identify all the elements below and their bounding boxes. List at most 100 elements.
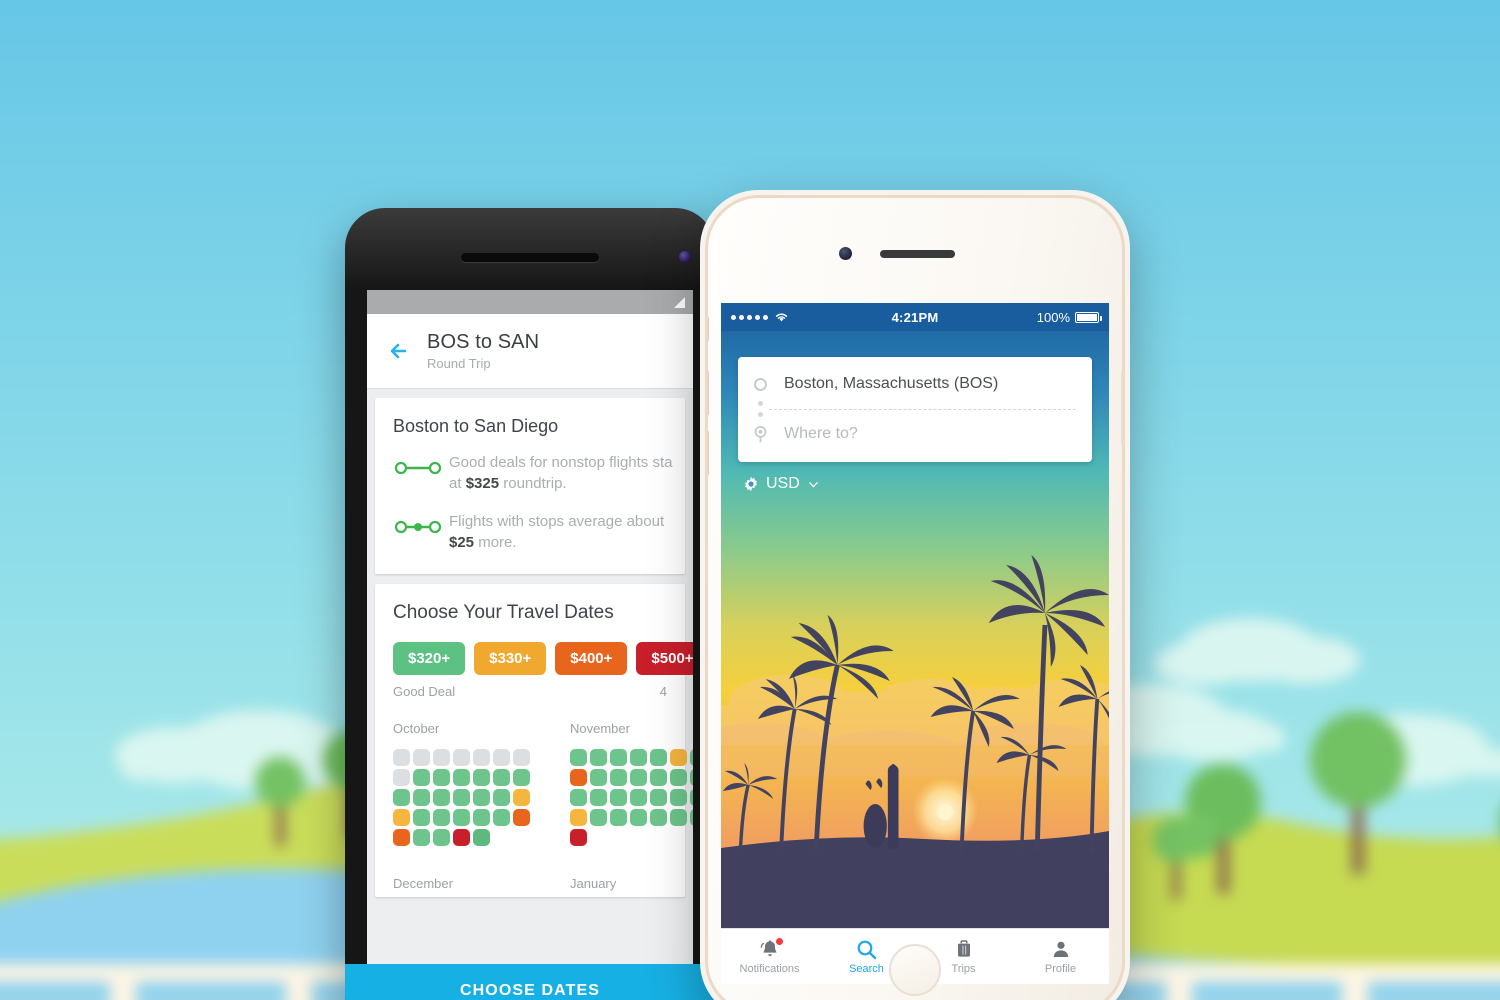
price-dot[interactable] — [610, 808, 627, 826]
circle-marker-icon — [754, 377, 784, 391]
price-dot[interactable] — [513, 768, 530, 786]
price-dot[interactable] — [393, 748, 410, 766]
price-dot[interactable] — [670, 788, 687, 806]
iphone-body: 4:21PM 100% Boston, Massachusetts (BOS) — [705, 195, 1125, 1000]
price-dot[interactable] — [590, 768, 607, 786]
price-dot[interactable] — [453, 828, 470, 846]
month-october: October December — [393, 721, 530, 891]
deal-text-nonstop: Good deals for nonstop flights sta at $3… — [449, 453, 672, 494]
price-dot[interactable] — [513, 748, 530, 766]
destination-row[interactable]: Where to? — [754, 419, 1076, 449]
month-label: November — [570, 720, 630, 736]
price-dot[interactable] — [650, 748, 667, 766]
suitcase-icon — [954, 938, 974, 960]
notification-badge — [774, 937, 784, 946]
price-dot[interactable] — [473, 788, 490, 806]
choose-dates-button[interactable]: CHOOSE DATES — [345, 964, 715, 1000]
currency-selector[interactable]: USD — [743, 475, 819, 493]
price-chip-3: $500+ — [636, 641, 693, 675]
price-dot[interactable] — [513, 788, 530, 806]
price-dot[interactable] — [493, 768, 510, 786]
power-button[interactable] — [1121, 370, 1122, 446]
battery-full-icon — [1075, 311, 1102, 323]
price-chip-0: $320+ — [393, 641, 466, 675]
dashed-divider — [769, 408, 1076, 410]
price-dot[interactable] — [690, 808, 693, 826]
price-dot[interactable] — [690, 788, 693, 806]
price-dot[interactable] — [590, 808, 607, 826]
price-dot[interactable] — [570, 748, 587, 766]
volume-up-button[interactable] — [708, 370, 709, 416]
price-dot[interactable] — [473, 808, 490, 826]
price-dot[interactable] — [393, 828, 410, 846]
price-dot[interactable] — [493, 748, 510, 766]
price-dot[interactable] — [650, 788, 667, 806]
price-dot-grid — [393, 748, 530, 846]
price-dot[interactable] — [570, 768, 587, 786]
price-dot[interactable] — [393, 808, 410, 826]
price-dot[interactable] — [690, 768, 693, 786]
deal-line-1: Good deals for nonstop flights sta — [449, 454, 673, 471]
price-dot[interactable] — [630, 808, 647, 826]
price-dot[interactable] — [670, 748, 687, 766]
price-dot[interactable] — [570, 828, 587, 846]
chevron-down-icon — [808, 481, 818, 488]
price-dot[interactable] — [393, 788, 410, 806]
price-dot[interactable] — [650, 768, 667, 786]
price-dot[interactable] — [433, 768, 450, 786]
origin-input[interactable]: Boston, Massachusetts (BOS) — [784, 375, 998, 393]
price-dot[interactable] — [413, 788, 430, 806]
price-dot[interactable] — [610, 748, 627, 766]
price-dot[interactable] — [473, 748, 490, 766]
price-dot[interactable] — [433, 808, 450, 826]
price-dot[interactable] — [570, 808, 587, 826]
price-dot[interactable] — [413, 768, 430, 786]
price-dot[interactable] — [453, 788, 470, 806]
price-dot[interactable] — [393, 768, 410, 786]
flight-search-card: Boston, Massachusetts (BOS) Where to? — [738, 357, 1092, 462]
price-dot[interactable] — [493, 788, 510, 806]
price-dot[interactable] — [650, 808, 667, 826]
price-dot[interactable] — [670, 808, 687, 826]
price-legend-chips: $320+ $330+ $400+ $500+ — [375, 641, 693, 675]
price-dot[interactable] — [453, 768, 470, 786]
price-dot[interactable] — [433, 748, 450, 766]
price-dot[interactable] — [630, 768, 647, 786]
iphone-screen: 4:21PM 100% Boston, Massachusetts (BOS) — [721, 303, 1109, 928]
price-dot[interactable] — [473, 768, 490, 786]
price-dot[interactable] — [413, 828, 430, 846]
origin-row[interactable]: Boston, Massachusetts (BOS) — [754, 369, 1076, 399]
price-dot[interactable] — [473, 828, 490, 846]
back-arrow-icon[interactable] — [383, 334, 417, 368]
deal-price: $325 — [465, 474, 500, 492]
destination-input[interactable]: Where to? — [784, 425, 858, 443]
price-dot[interactable] — [453, 748, 470, 766]
android-phone: BOS to SAN Round Trip Boston to San Dieg… — [345, 208, 715, 1000]
price-dot[interactable] — [670, 768, 687, 786]
price-dot[interactable] — [493, 808, 510, 826]
price-dot[interactable] — [513, 808, 530, 826]
deal-text-stops: Flights with stops average about $25 mor… — [449, 512, 664, 553]
price-dot[interactable] — [610, 788, 627, 806]
price-dot[interactable] — [413, 748, 430, 766]
volume-down-button[interactable] — [708, 430, 709, 476]
price-dot[interactable] — [433, 788, 450, 806]
price-dot[interactable] — [453, 808, 470, 826]
price-dot[interactable] — [590, 748, 607, 766]
price-dot[interactable] — [610, 768, 627, 786]
price-dot[interactable] — [590, 788, 607, 806]
home-button[interactable] — [889, 944, 941, 996]
price-dot[interactable] — [433, 828, 450, 846]
travel-dates-card: Choose Your Travel Dates $320+ $330+ $400+… — [375, 583, 693, 897]
legend-right-value: 4 — [659, 683, 667, 699]
price-dot[interactable] — [690, 748, 693, 766]
price-dot[interactable] — [570, 788, 587, 806]
price-dot[interactable] — [630, 788, 647, 806]
android-app-bar: BOS to SAN Round Trip — [367, 314, 693, 388]
price-legend-labels: Good Deal 4 — [375, 675, 685, 699]
price-dot[interactable] — [413, 808, 430, 826]
tab-notifications[interactable]: Notifications — [721, 929, 818, 984]
tab-profile[interactable]: Profile — [1012, 929, 1109, 984]
silent-switch[interactable] — [708, 316, 709, 342]
price-dot[interactable] — [630, 748, 647, 766]
